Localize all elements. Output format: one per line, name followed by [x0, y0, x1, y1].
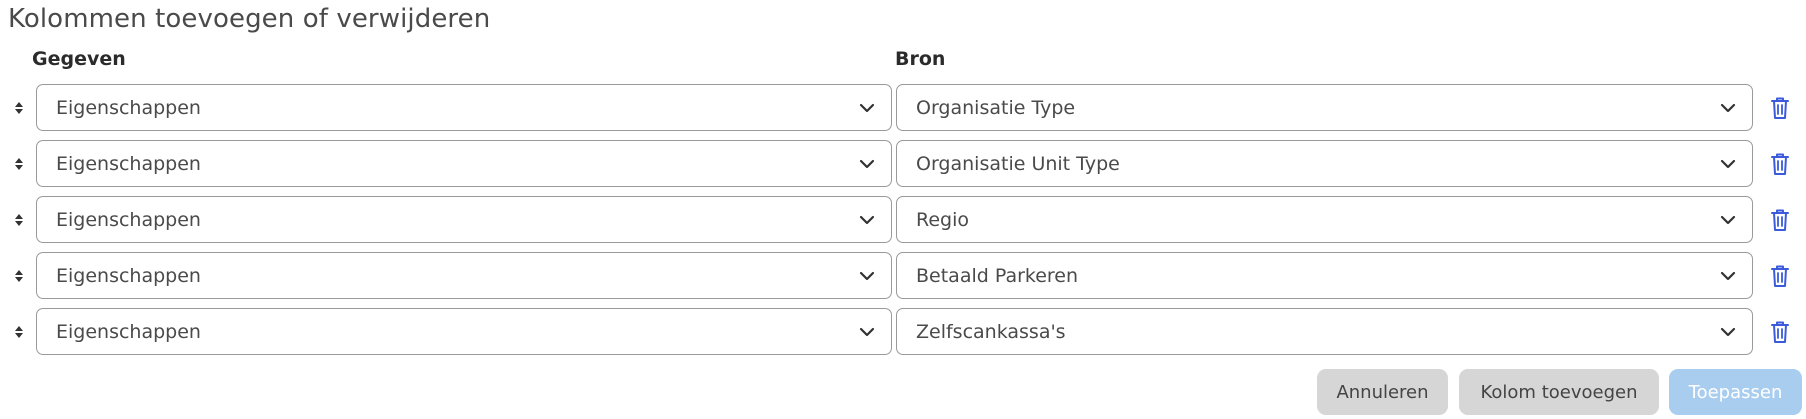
trash-icon[interactable] [1769, 152, 1791, 176]
column-row: Eigenschappen Organisatie Unit Type [0, 140, 1806, 187]
data-select[interactable]: Eigenschappen [36, 252, 892, 299]
data-select[interactable]: Eigenschappen [36, 196, 892, 243]
source-select[interactable]: Organisatie Unit Type [896, 140, 1753, 187]
chevron-down-icon [859, 271, 875, 281]
source-select-value: Betaald Parkeren [916, 264, 1079, 287]
chevron-down-icon [1720, 215, 1736, 225]
trash-icon[interactable] [1769, 320, 1791, 344]
column-header-source: Bron [895, 48, 946, 70]
chevron-down-icon [859, 327, 875, 337]
source-select-value: Organisatie Type [916, 96, 1076, 119]
trash-icon[interactable] [1769, 264, 1791, 288]
chevron-down-icon [859, 215, 875, 225]
sort-icon[interactable] [12, 213, 26, 227]
source-select[interactable]: Regio [896, 196, 1753, 243]
source-select-value: Regio [916, 208, 970, 231]
trash-icon[interactable] [1769, 96, 1791, 120]
cancel-button[interactable]: Annuleren [1317, 369, 1448, 415]
data-select-value: Eigenschappen [56, 264, 201, 287]
data-select[interactable]: Eigenschappen [36, 84, 892, 131]
source-select-value: Zelfscankassa's [916, 320, 1066, 343]
source-select[interactable]: Organisatie Type [896, 84, 1753, 131]
sort-icon[interactable] [12, 157, 26, 171]
add-column-button[interactable]: Kolom toevoegen [1459, 369, 1659, 415]
data-select-value: Eigenschappen [56, 96, 201, 119]
data-select-value: Eigenschappen [56, 320, 201, 343]
column-editor-dialog: Kolommen toevoegen of verwijderen Gegeve… [0, 0, 1806, 419]
apply-button[interactable]: Toepassen [1669, 369, 1802, 415]
sort-icon[interactable] [12, 101, 26, 115]
chevron-down-icon [859, 103, 875, 113]
dialog-title: Kolommen toevoegen of verwijderen [8, 4, 491, 34]
column-row: Eigenschappen Zelfscankassa's [0, 308, 1806, 355]
data-select[interactable]: Eigenschappen [36, 140, 892, 187]
sort-icon[interactable] [12, 325, 26, 339]
column-header-data: Gegeven [32, 48, 126, 70]
chevron-down-icon [1720, 327, 1736, 337]
trash-icon[interactable] [1769, 208, 1791, 232]
source-select-value: Organisatie Unit Type [916, 152, 1120, 175]
source-select[interactable]: Zelfscankassa's [896, 308, 1753, 355]
data-select-value: Eigenschappen [56, 152, 201, 175]
column-row: Eigenschappen Betaald Parkeren [0, 252, 1806, 299]
data-select[interactable]: Eigenschappen [36, 308, 892, 355]
column-row: Eigenschappen Regio [0, 196, 1806, 243]
chevron-down-icon [1720, 103, 1736, 113]
chevron-down-icon [1720, 271, 1736, 281]
sort-icon[interactable] [12, 269, 26, 283]
chevron-down-icon [859, 159, 875, 169]
source-select[interactable]: Betaald Parkeren [896, 252, 1753, 299]
chevron-down-icon [1720, 159, 1736, 169]
data-select-value: Eigenschappen [56, 208, 201, 231]
column-row: Eigenschappen Organisatie Type [0, 84, 1806, 131]
